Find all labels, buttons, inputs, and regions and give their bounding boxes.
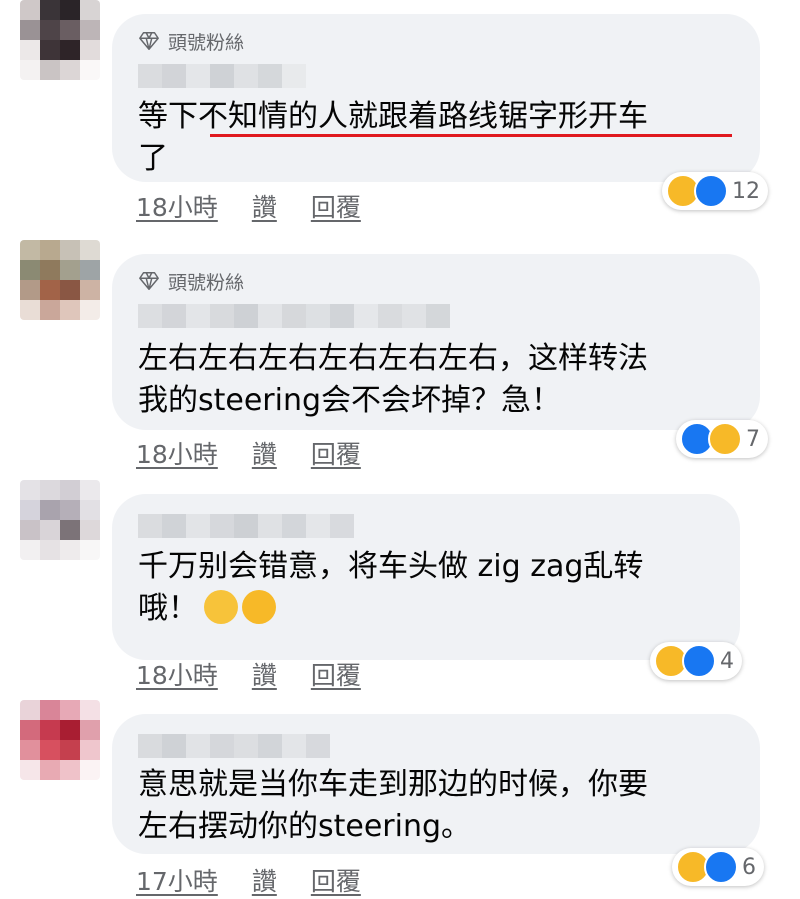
commenter-name[interactable] <box>138 304 450 328</box>
comment: 千万别会错意，将车头做 zig zag乱转 哦！ 18小時 讚 回覆 4 <box>0 480 800 700</box>
like-icon <box>694 174 728 208</box>
badge-label: 頭號粉絲 <box>168 271 245 294</box>
timestamp-link[interactable]: 17小時 <box>136 862 218 896</box>
avatar[interactable] <box>20 700 100 780</box>
comment-text: 千万别会错意，将车头做 zig zag乱转 哦！ <box>138 546 714 630</box>
avatar[interactable] <box>20 0 100 80</box>
comment-actions: 18小時 讚 回覆 <box>136 435 361 469</box>
commenter-name[interactable] <box>138 514 354 538</box>
comment-text: 等下不知情的人就跟着路线锯字形开车 了 <box>138 99 648 176</box>
reply-button[interactable]: 回覆 <box>311 656 361 690</box>
top-fan-badge: 頭號粉絲 <box>138 28 244 54</box>
tongue-out-emoji-icon <box>242 590 276 624</box>
highlight-underline <box>210 134 732 137</box>
comment: 意思就是当你车走到那边的时候，你要 左右摆动你的steering。 17小時 讚… <box>0 700 800 899</box>
avatar[interactable] <box>20 480 100 560</box>
reply-button[interactable]: 回覆 <box>311 862 361 896</box>
reaction-count: 12 <box>732 178 760 204</box>
commenter-name[interactable] <box>138 734 330 758</box>
diamond-icon <box>139 32 159 50</box>
reaction-summary[interactable]: 7 <box>676 420 768 458</box>
reaction-count: 7 <box>746 426 760 452</box>
reaction-count: 6 <box>742 854 756 880</box>
comment-bubble: 頭號粉絲 等下不知情的人就跟着路线锯字形开车 了 <box>112 14 760 182</box>
reply-button[interactable]: 回覆 <box>311 435 361 469</box>
top-fan-badge: 頭號粉絲 <box>138 268 244 294</box>
comment-text: 左右左右左右左右左右左右，这样转法 我的steering会不会坏掉？急！ <box>138 341 648 418</box>
like-button[interactable]: 讚 <box>252 188 277 222</box>
comment-bubble: 頭號粉絲 左右左右左右左右左右左右，这样转法 我的steering会不会坏掉？急… <box>112 254 760 430</box>
like-button[interactable]: 讚 <box>252 435 277 469</box>
comment-actions: 18小時 讚 回覆 <box>136 656 361 690</box>
comment-bubble: 千万别会错意，将车头做 zig zag乱转 哦！ <box>112 494 740 660</box>
comment-text: 意思就是当你车走到那边的时候，你要 左右摆动你的steering。 <box>138 767 648 844</box>
reaction-summary[interactable]: 4 <box>650 642 742 680</box>
diamond-icon <box>139 272 159 290</box>
like-button[interactable]: 讚 <box>252 862 277 896</box>
comment-bubble: 意思就是当你车走到那边的时候，你要 左右摆动你的steering。 <box>112 714 760 854</box>
timestamp-link[interactable]: 18小時 <box>136 435 218 469</box>
comment: 頭號粉絲 左右左右左右左右左右左右，这样转法 我的steering会不会坏掉？急… <box>0 240 800 480</box>
comment: 頭號粉絲 等下不知情的人就跟着路线锯字形开车 了 18小時 讚 回覆 12 <box>0 0 800 230</box>
like-icon <box>704 850 738 884</box>
timestamp-link[interactable]: 18小時 <box>136 188 218 222</box>
comment-actions: 18小時 讚 回覆 <box>136 188 361 222</box>
comment-actions: 17小時 讚 回覆 <box>136 862 361 896</box>
haha-icon <box>708 422 742 456</box>
reaction-count: 4 <box>720 648 734 674</box>
reply-button[interactable]: 回覆 <box>311 188 361 222</box>
commenter-name[interactable] <box>138 64 306 88</box>
tears-of-joy-emoji-icon <box>204 590 238 624</box>
like-icon <box>682 644 716 678</box>
avatar[interactable] <box>20 240 100 320</box>
timestamp-link[interactable]: 18小時 <box>136 656 218 690</box>
like-button[interactable]: 讚 <box>252 656 277 690</box>
badge-label: 頭號粉絲 <box>168 31 245 54</box>
reaction-summary[interactable]: 6 <box>672 848 764 886</box>
reaction-summary[interactable]: 12 <box>662 172 768 210</box>
